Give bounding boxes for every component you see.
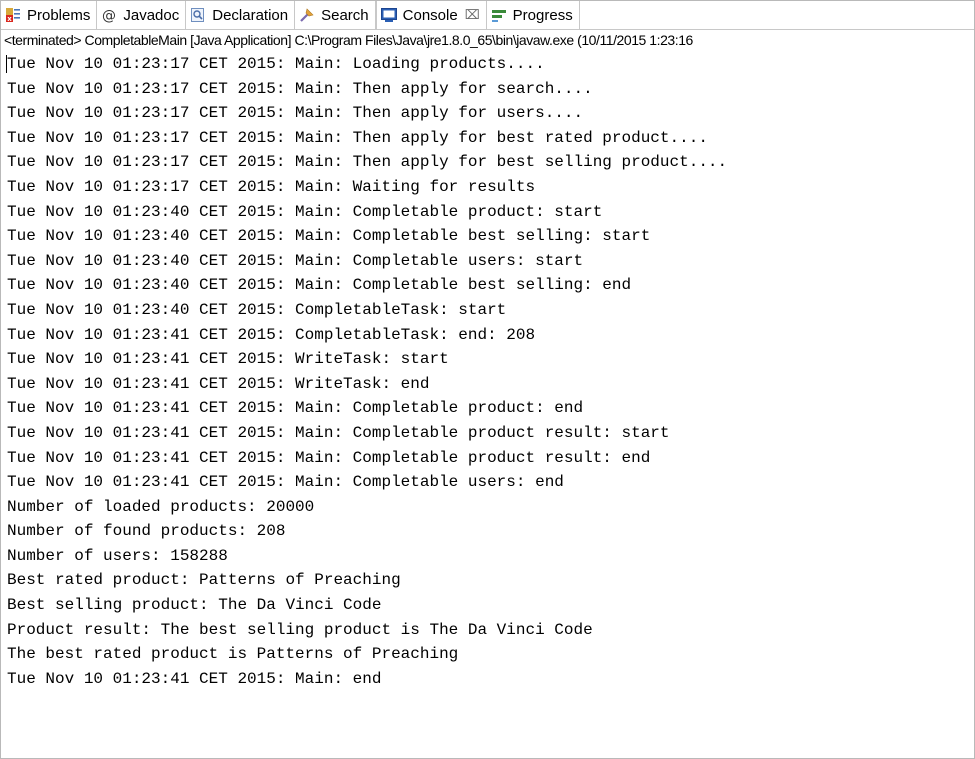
console-output[interactable]: Tue Nov 10 01:23:17 CET 2015: Main: Load…	[1, 50, 974, 691]
svg-text:x: x	[7, 15, 12, 23]
console-line: Tue Nov 10 01:23:40 CET 2015: Main: Comp…	[7, 202, 603, 221]
console-line: Tue Nov 10 01:23:41 CET 2015: WriteTask:…	[7, 350, 449, 369]
console-line: Tue Nov 10 01:23:17 CET 2015: Main: Then…	[7, 128, 708, 147]
tab-declaration[interactable]: Declaration	[186, 1, 296, 29]
tab-javadoc[interactable]: @ Javadoc	[97, 1, 187, 29]
process-header: <terminated> CompletableMain [Java Appli…	[1, 30, 974, 50]
problems-icon: x	[4, 6, 22, 24]
tab-problems[interactable]: x Problems	[1, 1, 98, 29]
tab-label: Problems	[27, 6, 91, 24]
console-line: Tue Nov 10 01:23:41 CET 2015: Main: end	[7, 669, 382, 688]
declaration-icon	[189, 6, 207, 24]
console-line: Tue Nov 10 01:23:17 CET 2015: Main: Load…	[7, 55, 545, 73]
console-line: Number of users: 158288	[7, 546, 228, 565]
console-line: Tue Nov 10 01:23:41 CET 2015: Main: Comp…	[7, 423, 670, 442]
tab-console[interactable]: Console ⌧	[375, 1, 487, 29]
view-tab-bar: x Problems @ Javadoc Declaration Search …	[1, 1, 974, 30]
console-line: Number of found products: 208	[7, 522, 286, 541]
progress-icon	[490, 6, 508, 24]
console-line: Tue Nov 10 01:23:41 CET 2015: Main: Comp…	[7, 448, 651, 467]
console-icon	[380, 6, 398, 24]
console-line: Tue Nov 10 01:23:41 CET 2015: Completabl…	[7, 325, 536, 344]
console-line: Number of loaded products: 20000	[7, 497, 315, 516]
console-line: Tue Nov 10 01:23:40 CET 2015: Main: Comp…	[7, 227, 651, 246]
console-line: Tue Nov 10 01:23:17 CET 2015: Main: Then…	[7, 104, 584, 123]
tab-label: Declaration	[212, 6, 289, 24]
close-icon[interactable]: ⌧	[465, 7, 480, 23]
javadoc-icon: @	[100, 6, 118, 24]
console-line: Tue Nov 10 01:23:17 CET 2015: Main: Then…	[7, 79, 593, 98]
tab-label: Search	[321, 6, 369, 24]
console-line: The best rated product is Patterns of Pr…	[7, 645, 459, 664]
console-line: Tue Nov 10 01:23:17 CET 2015: Main: Then…	[7, 153, 728, 172]
console-line: Best selling product: The Da Vinci Code	[7, 596, 382, 615]
console-view: x Problems @ Javadoc Declaration Search …	[0, 0, 975, 759]
console-line: Tue Nov 10 01:23:40 CET 2015: Completabl…	[7, 300, 507, 319]
console-line: Tue Nov 10 01:23:41 CET 2015: WriteTask:…	[7, 374, 430, 393]
console-line: Tue Nov 10 01:23:41 CET 2015: Main: Comp…	[7, 473, 564, 492]
search-icon	[298, 6, 316, 24]
tab-search[interactable]: Search	[295, 1, 376, 29]
tab-label: Console	[402, 6, 458, 24]
console-line: Tue Nov 10 01:23:17 CET 2015: Main: Wait…	[7, 177, 536, 196]
tab-label: Javadoc	[123, 6, 180, 24]
console-line: Product result: The best selling product…	[7, 620, 593, 639]
tab-progress[interactable]: Progress	[487, 1, 580, 29]
console-line: Best rated product: Patterns of Preachin…	[7, 571, 401, 590]
text-caret	[6, 55, 7, 73]
console-line: Tue Nov 10 01:23:40 CET 2015: Main: Comp…	[7, 276, 632, 295]
console-line: Tue Nov 10 01:23:41 CET 2015: Main: Comp…	[7, 399, 584, 418]
console-line: Tue Nov 10 01:23:40 CET 2015: Main: Comp…	[7, 251, 584, 270]
svg-text:@: @	[102, 8, 116, 24]
tab-label: Progress	[512, 6, 573, 24]
